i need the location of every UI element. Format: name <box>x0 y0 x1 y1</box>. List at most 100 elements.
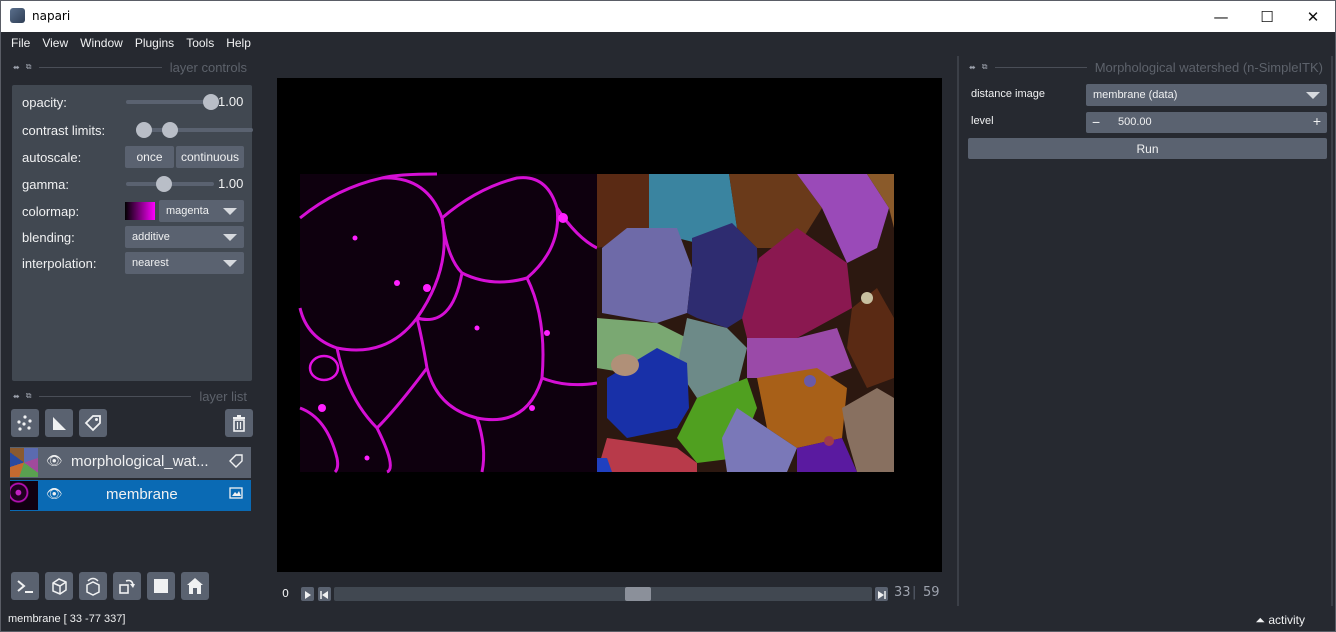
delete-layer-button[interactable] <box>225 409 253 437</box>
layer-thumbnail <box>10 448 38 477</box>
opacity-slider-handle[interactable] <box>203 94 219 110</box>
blending-select[interactable]: additive <box>125 226 244 248</box>
menu-window[interactable]: Window <box>74 36 129 50</box>
toggle-ndisplay-button[interactable] <box>45 572 73 600</box>
new-shapes-layer-button[interactable] <box>45 409 73 437</box>
transpose-dimensions-button[interactable] <box>113 572 141 600</box>
chevron-down-icon <box>223 208 237 215</box>
gamma-row: gamma: 1.00 <box>22 173 247 195</box>
colormap-preview <box>125 202 155 220</box>
chevron-down-icon <box>1306 92 1320 99</box>
menu-help[interactable]: Help <box>220 36 257 50</box>
eye-icon[interactable]: 👁 <box>46 487 63 502</box>
level-value[interactable]: 500.00 <box>1118 116 1152 128</box>
shapes-icon <box>53 417 66 430</box>
current-frame[interactable]: 33 <box>894 585 911 600</box>
interpolation-label: interpolation: <box>22 255 97 271</box>
layer-controls-panel: opacity: 1.00 contrast limits: autoscale… <box>12 85 253 381</box>
console-button[interactable] <box>11 572 39 600</box>
menu-file[interactable]: File <box>5 36 36 50</box>
header-divider <box>39 395 192 397</box>
layer-row-membrane[interactable]: 👁 membrane <box>10 480 251 511</box>
level-label: level <box>971 115 994 127</box>
contrast-limits-row: contrast limits: <box>22 119 253 141</box>
step-back-button[interactable] <box>318 587 331 601</box>
gamma-value[interactable]: 1.00 <box>218 176 243 191</box>
layer-thumbnail <box>10 481 38 510</box>
close-button[interactable]: ✕ <box>1290 1 1336 32</box>
gamma-slider-handle[interactable] <box>156 176 172 192</box>
colormap-value: magenta <box>166 205 209 217</box>
status-text: membrane [ 33 -77 337] <box>8 613 126 625</box>
menu-tools[interactable]: Tools <box>180 36 220 50</box>
contrast-max-handle[interactable] <box>162 122 178 138</box>
napari-window: napari — ☐ ✕ File View Window Plugins To… <box>0 0 1336 632</box>
colormap-select[interactable]: magenta <box>159 200 244 222</box>
new-points-layer-button[interactable] <box>11 409 39 437</box>
opacity-row: opacity: 1.00 <box>22 91 247 113</box>
layer-row-morphological-watershed[interactable]: 👁 morphological_wat... <box>10 447 251 478</box>
step-forward-button[interactable] <box>875 587 888 601</box>
chevron-down-icon <box>223 260 237 267</box>
total-frames: 59 <box>923 585 940 600</box>
dims-slider-row: 0 33 | 59 <box>277 584 942 604</box>
maximize-button[interactable]: ☐ <box>1244 1 1290 32</box>
label-icon <box>229 454 243 471</box>
autoscale-label: autoscale: <box>22 149 82 165</box>
labels-image <box>597 174 894 472</box>
interpolation-select[interactable]: nearest <box>125 252 244 274</box>
contrast-min-handle[interactable] <box>136 122 152 138</box>
layer-name[interactable]: morphological_wat... <box>71 453 209 470</box>
activity-button[interactable]: ⏶ activity <box>1255 613 1305 628</box>
menu-view[interactable]: View <box>36 36 74 50</box>
run-button[interactable]: Run <box>968 138 1327 159</box>
home-icon <box>187 578 203 594</box>
layer-name[interactable]: membrane <box>106 486 178 503</box>
axis-index-label: 0 <box>282 587 289 600</box>
image-icon <box>229 487 243 502</box>
opacity-value[interactable]: 1.00 <box>218 94 243 109</box>
undock-icon[interactable]: ⧉ <box>982 62 988 72</box>
gamma-label: gamma: <box>22 176 69 192</box>
membrane-image <box>298 172 598 474</box>
window-title: napari <box>32 9 71 23</box>
console-icon <box>17 580 33 593</box>
level-spinbox[interactable]: − 500.00 + <box>1086 112 1327 133</box>
autoscale-once-button[interactable]: once <box>125 146 174 168</box>
contrast-slider-track[interactable] <box>136 128 253 132</box>
play-button[interactable] <box>301 587 314 601</box>
opacity-slider-track[interactable] <box>126 100 214 104</box>
dims-slider-track[interactable] <box>334 587 872 601</box>
chevron-down-icon <box>223 234 237 241</box>
napari-app-icon <box>10 8 25 23</box>
dock-splitter[interactable] <box>957 56 959 606</box>
increment-icon[interactable]: + <box>1313 113 1321 129</box>
layer-list-title: layer list <box>199 388 247 404</box>
roll-dimensions-button[interactable] <box>79 572 107 600</box>
decrement-icon[interactable]: − <box>1092 114 1100 130</box>
label-tag-icon <box>84 415 101 432</box>
float-icon[interactable]: ⬌ <box>13 392 20 401</box>
plugin-panel-header: ⬌ ⧉ Morphological watershed (n-SimpleITK… <box>969 60 1323 75</box>
distance-image-label: distance image <box>971 88 1045 100</box>
float-icon[interactable]: ⬌ <box>13 63 20 72</box>
points-icon <box>17 415 32 431</box>
undock-icon[interactable]: ⧉ <box>26 62 32 72</box>
blending-value: additive <box>132 231 170 243</box>
opacity-label: opacity: <box>22 94 67 110</box>
title-bar: napari — ☐ ✕ <box>1 1 1335 32</box>
viewer-canvas[interactable] <box>277 78 942 572</box>
reset-view-button[interactable] <box>181 572 209 600</box>
minimize-button[interactable]: — <box>1198 1 1244 32</box>
eye-icon[interactable]: 👁 <box>46 454 63 469</box>
undock-icon[interactable]: ⧉ <box>26 391 32 401</box>
new-labels-layer-button[interactable] <box>79 409 107 437</box>
menu-plugins[interactable]: Plugins <box>129 36 180 50</box>
dock-edge <box>1331 56 1333 606</box>
toggle-grid-button[interactable] <box>147 572 175 600</box>
frame-separator: | <box>912 585 917 600</box>
dims-slider-handle[interactable] <box>625 587 652 601</box>
distance-image-select[interactable]: membrane (data) <box>1086 84 1327 106</box>
autoscale-continuous-button[interactable]: continuous <box>176 146 244 168</box>
float-icon[interactable]: ⬌ <box>969 63 976 72</box>
